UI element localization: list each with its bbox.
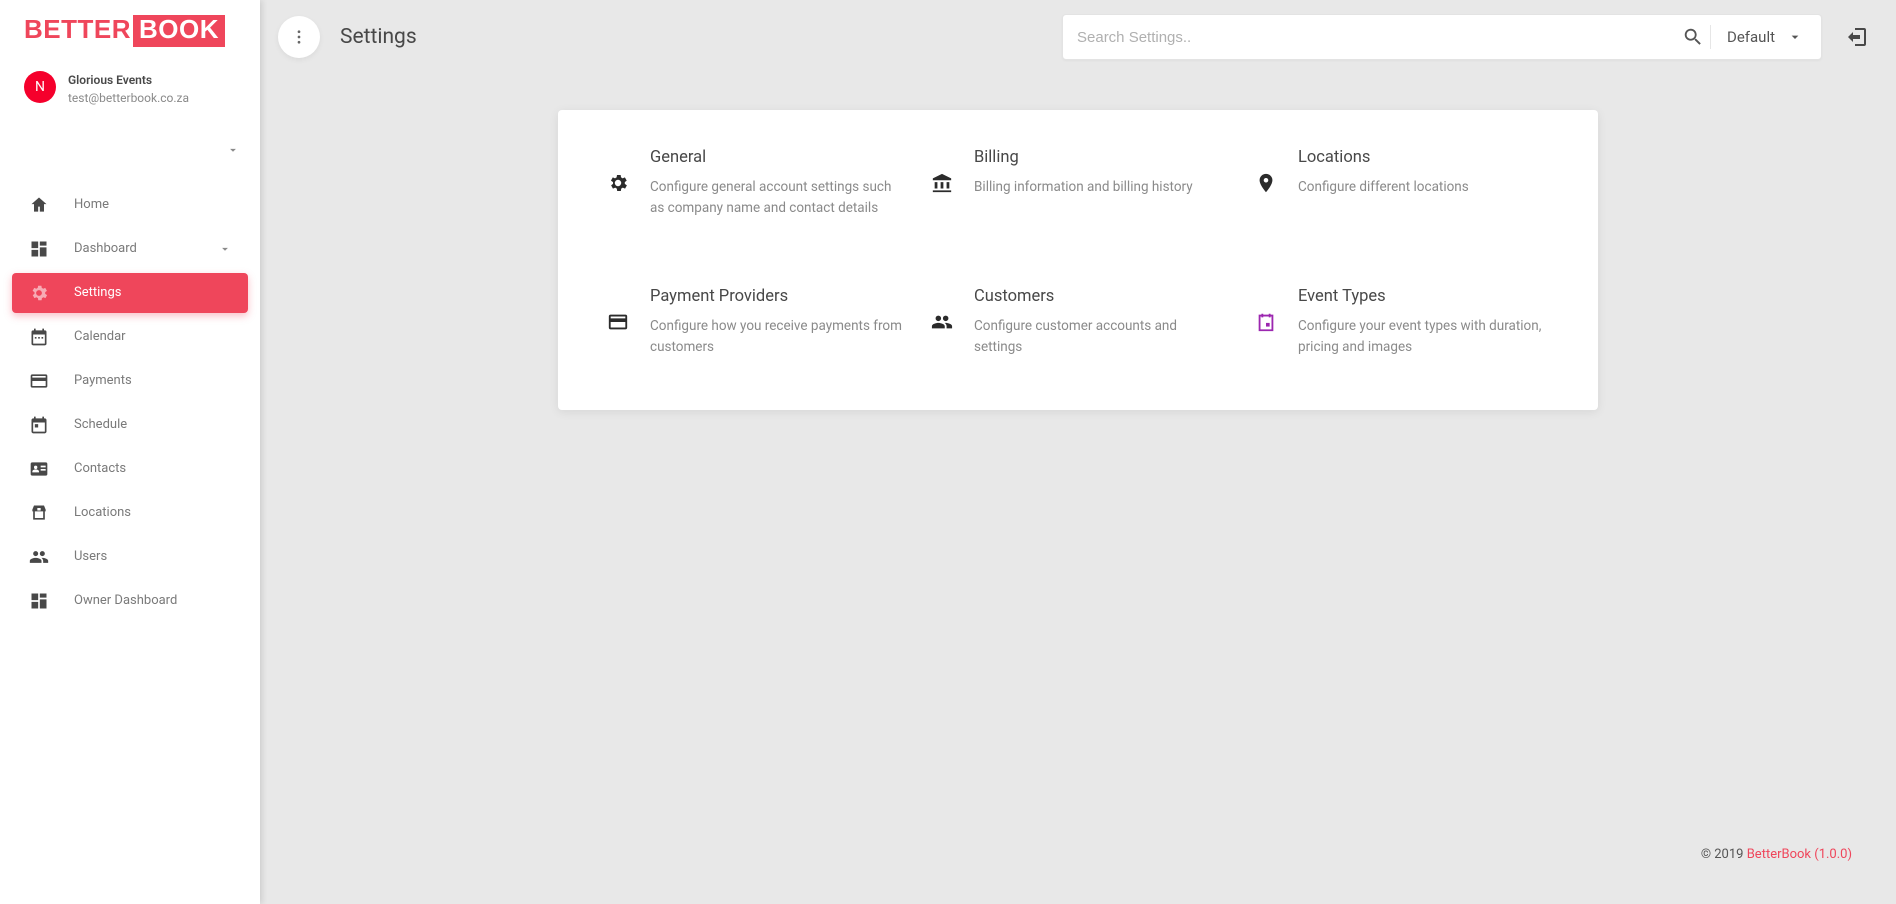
settings-tile-general[interactable]: General Configure general account setting… xyxy=(604,148,904,219)
store-icon xyxy=(28,502,50,524)
settings-tile-payment-providers[interactable]: Payment Providers Configure how you recei… xyxy=(604,287,904,358)
tile-title: Locations xyxy=(1298,148,1469,167)
tile-desc: Configure customer accounts and settings xyxy=(974,316,1228,358)
sidebar-item-contacts[interactable]: Contacts xyxy=(12,449,248,489)
tile-title: General xyxy=(650,148,904,167)
sidebar-item-owner-dashboard[interactable]: Owner Dashboard xyxy=(12,581,248,621)
nav: Home Dashboard Settings Calendar Payments Sch… xyxy=(0,157,260,649)
sidebar-item-schedule[interactable]: Schedule xyxy=(12,405,248,445)
account-switcher[interactable]: N Glorious Events test@betterbook.co.za xyxy=(0,57,260,113)
card-icon xyxy=(28,370,50,392)
tile-title: Billing xyxy=(974,148,1193,167)
event-icon xyxy=(1252,287,1280,358)
sidebar-item-label: Home xyxy=(74,197,109,212)
tile-desc: Configure your event types with duration… xyxy=(1298,316,1552,358)
settings-tile-customers[interactable]: Customers Configure customer accounts and… xyxy=(928,287,1228,358)
filter-select-label: Default xyxy=(1727,28,1775,46)
logo-right: BOOK xyxy=(133,15,225,47)
more-vertical-icon xyxy=(290,28,308,46)
footer-copy: © 2019 xyxy=(1701,847,1747,862)
settings-tile-locations[interactable]: Locations Configure different locations xyxy=(1252,148,1552,219)
home-icon xyxy=(28,194,50,216)
sidebar-item-home[interactable]: Home xyxy=(12,185,248,225)
topbar: Settings Default xyxy=(260,0,1896,74)
sidebar-item-payments[interactable]: Payments xyxy=(12,361,248,401)
filter-select[interactable]: Default xyxy=(1717,28,1813,46)
tile-desc: Configure how you receive payments from … xyxy=(650,316,904,358)
settings-icon xyxy=(604,148,632,219)
sidebar: BETTERBOOK N Glorious Events test@better… xyxy=(0,0,260,904)
account-name: Glorious Events xyxy=(68,71,189,89)
dashboard-icon xyxy=(28,238,50,260)
dashboard-icon xyxy=(28,590,50,612)
sidebar-item-label: Users xyxy=(74,549,107,564)
sidebar-item-label: Dashboard xyxy=(74,241,137,256)
card-icon xyxy=(604,287,632,358)
search-bar: Default xyxy=(1062,14,1822,60)
exit-icon xyxy=(1845,25,1869,49)
sidebar-item-settings[interactable]: Settings xyxy=(12,273,248,313)
sidebar-item-locations[interactable]: Locations xyxy=(12,493,248,533)
tile-desc: Configure different locations xyxy=(1298,177,1469,198)
chevron-down-icon xyxy=(1787,29,1803,45)
search-input[interactable] xyxy=(1077,29,1676,46)
settings-card: General Configure general account setting… xyxy=(558,110,1598,410)
settings-tile-billing[interactable]: Billing Billing information and billing h… xyxy=(928,148,1228,219)
sidebar-item-label: Contacts xyxy=(74,461,126,476)
avatar: N xyxy=(24,71,56,103)
sidebar-item-label: Schedule xyxy=(74,417,127,432)
sidebar-item-label: Settings xyxy=(74,285,121,300)
footer: © 2019 BetterBook (1.0.0) xyxy=(300,841,1856,884)
sidebar-item-calendar[interactable]: Calendar xyxy=(12,317,248,357)
exit-button[interactable] xyxy=(1842,22,1872,52)
sidebar-item-label: Owner Dashboard xyxy=(74,593,177,608)
bank-icon xyxy=(928,148,956,219)
sidebar-item-users[interactable]: Users xyxy=(12,537,248,577)
tile-title: Event Types xyxy=(1298,287,1552,306)
sidebar-item-label: Locations xyxy=(74,505,131,520)
sidebar-item-dashboard[interactable]: Dashboard xyxy=(12,229,248,269)
sidebar-item-label: Calendar xyxy=(74,329,126,344)
tile-desc: Configure general account settings such … xyxy=(650,177,904,219)
search-icon[interactable] xyxy=(1682,26,1704,48)
pin-icon xyxy=(1252,148,1280,219)
tile-desc: Billing information and billing history xyxy=(974,177,1193,198)
tile-title: Payment Providers xyxy=(650,287,904,306)
chevron-down-icon xyxy=(218,242,232,256)
contact-icon xyxy=(28,458,50,480)
logo-left: BETTER xyxy=(24,14,131,44)
schedule-icon xyxy=(28,414,50,436)
users-icon xyxy=(928,287,956,358)
logo[interactable]: BETTERBOOK xyxy=(0,0,260,57)
account-email: test@betterbook.co.za xyxy=(68,89,189,107)
sidebar-item-label: Payments xyxy=(74,373,132,388)
footer-link[interactable]: BetterBook (1.0.0) xyxy=(1747,847,1852,862)
settings-tile-event-types[interactable]: Event Types Configure your event types wi… xyxy=(1252,287,1552,358)
chevron-down-icon[interactable] xyxy=(226,143,240,157)
more-menu-button[interactable] xyxy=(278,16,320,58)
calendar-icon xyxy=(28,326,50,348)
users-icon xyxy=(28,546,50,568)
tile-title: Customers xyxy=(974,287,1228,306)
page-title: Settings xyxy=(340,25,417,49)
settings-icon xyxy=(28,282,50,304)
